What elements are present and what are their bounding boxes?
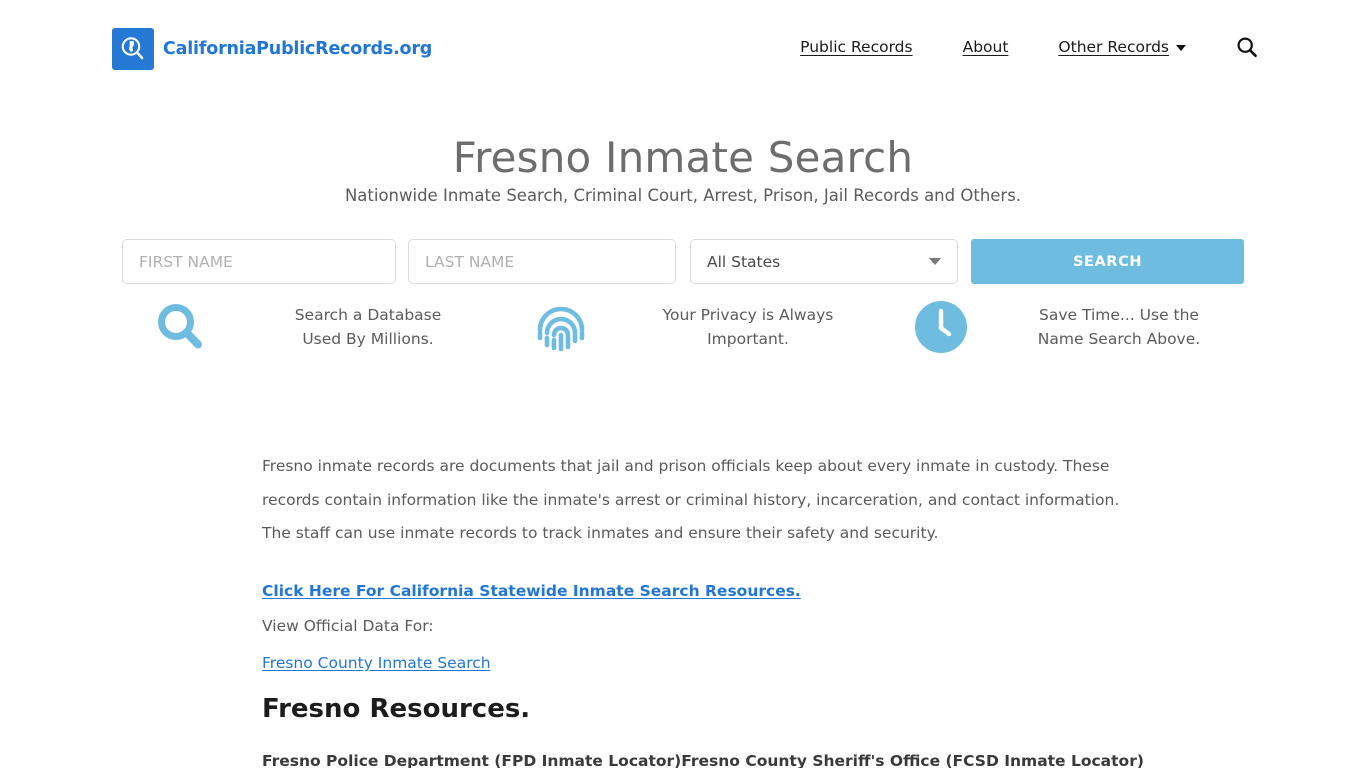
feature-item-privacy: Your Privacy is Always Important. xyxy=(502,300,882,354)
page-root: CaliforniaPublicRecords.org Public Recor… xyxy=(0,0,1366,768)
feature-line-1: Save Time... Use the xyxy=(1039,306,1199,324)
article-content: Fresno inmate records are documents that… xyxy=(262,450,1122,672)
fingerprint-icon xyxy=(502,300,620,354)
page-subtitle: Nationwide Inmate Search, Criminal Court… xyxy=(344,186,1022,205)
state-select[interactable]: All States xyxy=(690,239,958,284)
feature-text: Your Privacy is Always Important. xyxy=(620,303,882,351)
magnifier-icon xyxy=(122,301,240,353)
clock-icon xyxy=(882,300,1000,354)
county-inmate-search-link[interactable]: Fresno County Inmate Search xyxy=(262,654,1122,672)
magnifier-california-logo-icon xyxy=(112,28,154,70)
last-name-input[interactable]: LAST NAME xyxy=(408,239,676,284)
nav-item-label: Other Records xyxy=(1058,38,1169,56)
feature-line-2: Important. xyxy=(707,330,789,348)
chevron-down-icon xyxy=(1176,45,1186,51)
resource-column-heading-fcsd: Fresno County Sheriff's Office (FCSD Inm… xyxy=(681,752,1144,768)
first-name-input[interactable]: FIRST NAME xyxy=(122,239,396,284)
chevron-down-icon xyxy=(929,258,941,265)
nav-item-about[interactable]: About xyxy=(963,38,1009,56)
last-name-placeholder: LAST NAME xyxy=(425,252,515,271)
main-navigation: Public Records About Other Records xyxy=(800,36,1258,58)
state-select-value: All States xyxy=(707,252,781,271)
brand-name: CaliforniaPublicRecords.org xyxy=(163,39,433,59)
feature-line-2: Used By Millions. xyxy=(302,330,434,348)
search-button[interactable]: SEARCH xyxy=(971,239,1244,284)
nav-item-other-records[interactable]: Other Records xyxy=(1058,38,1186,56)
search-icon[interactable] xyxy=(1236,36,1258,58)
feature-item-database: Search a Database Used By Millions. xyxy=(122,300,502,354)
resources-columns: Fresno Police Department (FPD Inmate Loc… xyxy=(262,752,1144,768)
nav-item-label: About xyxy=(962,38,1009,56)
inmate-search-form: FIRST NAME LAST NAME All States SEARCH xyxy=(122,239,1244,284)
first-name-placeholder: FIRST NAME xyxy=(139,252,233,271)
resource-column-heading-fpd: Fresno Police Department (FPD Inmate Loc… xyxy=(262,752,682,768)
nav-item-label: Public Records xyxy=(800,38,913,56)
page-title: Fresno Inmate Search xyxy=(452,133,914,183)
brand-logo[interactable]: CaliforniaPublicRecords.org xyxy=(112,28,432,70)
resources-heading: Fresno Resources. xyxy=(262,694,531,724)
nav-item-public-records[interactable]: Public Records xyxy=(800,38,912,56)
feature-highlights: Search a Database Used By Millions. Your… xyxy=(122,300,1244,354)
statewide-resources-link[interactable]: Click Here For California Statewide Inma… xyxy=(262,582,1122,600)
feature-line-1: Your Privacy is Always xyxy=(662,306,834,324)
feature-line-2: Name Search Above. xyxy=(1037,330,1201,348)
view-official-data-label: View Official Data For: xyxy=(262,616,434,635)
intro-paragraph: Fresno inmate records are documents that… xyxy=(262,457,1120,542)
feature-text: Search a Database Used By Millions. xyxy=(240,303,502,351)
site-header: CaliforniaPublicRecords.org Public Recor… xyxy=(0,0,1366,98)
feature-line-1: Search a Database xyxy=(294,306,442,324)
feature-text: Save Time... Use the Name Search Above. xyxy=(1000,303,1244,351)
feature-item-time: Save Time... Use the Name Search Above. xyxy=(882,300,1244,354)
